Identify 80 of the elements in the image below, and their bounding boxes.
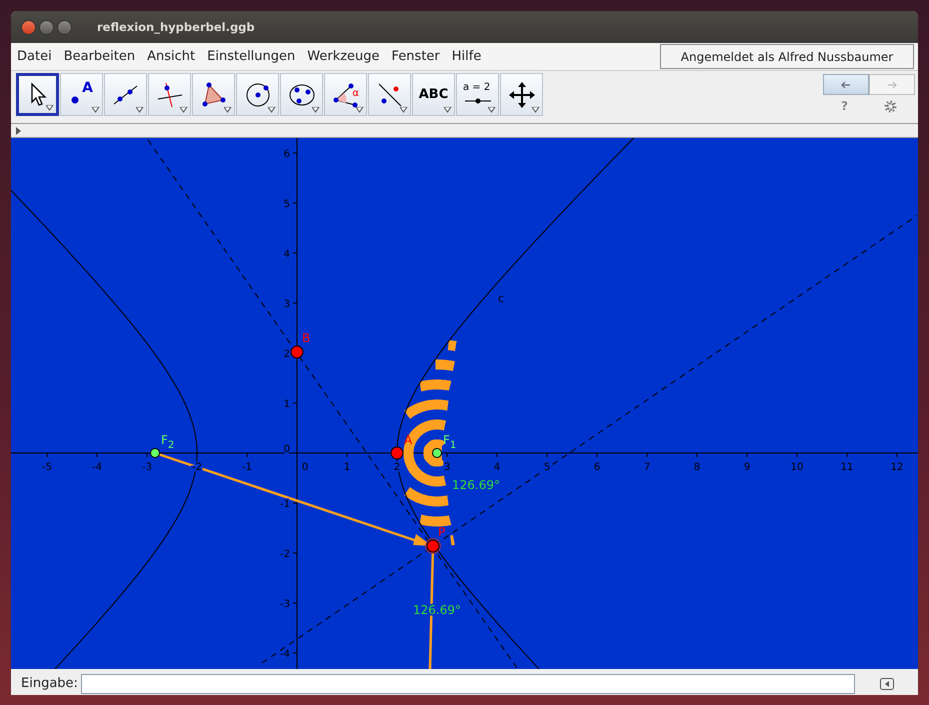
point-label: B bbox=[302, 331, 310, 345]
tick-label: 1 bbox=[284, 399, 290, 410]
tool-button[interactable]: a = 2 bbox=[456, 73, 499, 116]
menu-item[interactable]: Datei bbox=[17, 49, 52, 64]
curve-label: c bbox=[498, 292, 504, 305]
tick-label: -4 bbox=[280, 649, 290, 660]
point-icon bbox=[71, 96, 79, 104]
input-label: Eingabe: bbox=[21, 676, 78, 691]
tool-button[interactable] bbox=[500, 73, 543, 116]
tick-label: 12 bbox=[890, 462, 904, 473]
tick-label: 4 bbox=[284, 249, 290, 260]
tool-button[interactable] bbox=[236, 73, 279, 116]
menu-item[interactable]: Fenster bbox=[392, 49, 440, 64]
tick-label: 1 bbox=[344, 462, 350, 473]
dropdown-triangle-icon bbox=[532, 107, 540, 113]
tick-label: 7 bbox=[644, 462, 650, 473]
tick-label: 0 bbox=[284, 444, 290, 455]
tick-label: 3 bbox=[284, 299, 290, 310]
tick-label: 2 bbox=[284, 349, 290, 360]
point-label: F$_{2}$ bbox=[161, 433, 174, 451]
dropdown-triangle-icon bbox=[136, 107, 144, 113]
dropdown-triangle-icon bbox=[92, 107, 100, 113]
tool-button[interactable]: α bbox=[324, 73, 367, 116]
tick-label: 6 bbox=[594, 462, 600, 473]
redo-icon bbox=[885, 78, 899, 90]
dropdown-triangle-icon bbox=[400, 107, 408, 113]
menu-item[interactable]: Einstellungen bbox=[207, 49, 296, 64]
tick-label: -4 bbox=[92, 462, 102, 473]
dropdown-triangle-icon bbox=[224, 107, 232, 113]
maximize-icon[interactable] bbox=[57, 20, 72, 34]
tick-label: 0 bbox=[302, 462, 308, 473]
dropdown-triangle-icon bbox=[312, 107, 320, 113]
dropdown-triangle-icon bbox=[268, 107, 276, 113]
undo-icon bbox=[839, 78, 853, 90]
dropdown-triangle-icon bbox=[488, 107, 496, 113]
point-label: F$_{1}$ bbox=[443, 433, 456, 451]
tick-label: -3 bbox=[142, 462, 152, 473]
tool-button[interactable] bbox=[368, 73, 411, 116]
point-label: P bbox=[438, 525, 446, 539]
tick-label: -1 bbox=[242, 462, 252, 473]
keyboard-toggle-icon[interactable] bbox=[880, 678, 894, 690]
tick-label: 9 bbox=[744, 462, 750, 473]
tick-label: 6 bbox=[284, 149, 290, 160]
tick-label: -2 bbox=[280, 549, 290, 560]
tick-label: -2 bbox=[192, 462, 202, 473]
tool-button[interactable]: ABC bbox=[412, 73, 455, 116]
expand-icon[interactable] bbox=[16, 126, 21, 134]
tick-label: 11 bbox=[840, 462, 854, 473]
settings-icon[interactable] bbox=[884, 100, 897, 112]
tick-label: 10 bbox=[790, 462, 804, 473]
point[interactable] bbox=[150, 448, 160, 458]
menu-item[interactable]: Ansicht bbox=[147, 49, 196, 64]
tick-label: 8 bbox=[694, 462, 700, 473]
move-view-icon bbox=[506, 80, 536, 110]
close-icon[interactable] bbox=[21, 20, 36, 34]
tick-label: -5 bbox=[42, 462, 52, 473]
menu-item[interactable]: Hilfe bbox=[452, 49, 482, 64]
tick-label: 5 bbox=[284, 199, 290, 210]
dropdown-triangle-icon bbox=[356, 107, 364, 113]
minimize-icon[interactable] bbox=[39, 20, 54, 34]
tool-button[interactable] bbox=[280, 73, 323, 116]
menu-item[interactable]: Bearbeiten bbox=[64, 49, 136, 64]
dropdown-triangle-icon bbox=[444, 107, 452, 113]
menu-item[interactable]: Werkzeuge bbox=[307, 49, 380, 64]
window-title: reflexion_hypberbel.ggb bbox=[97, 20, 255, 34]
slider-icon bbox=[465, 98, 491, 104]
dropdown-triangle-icon bbox=[180, 107, 188, 113]
tool-button[interactable] bbox=[192, 73, 235, 116]
angle-label: 126.69° bbox=[452, 478, 500, 492]
tool-button[interactable] bbox=[148, 73, 191, 116]
tool-button[interactable] bbox=[16, 73, 59, 116]
tick-label: -3 bbox=[280, 599, 290, 610]
login-button[interactable]: Angemeldet als Alfred Nussbaumer bbox=[660, 44, 914, 69]
dropdown-triangle-icon bbox=[46, 105, 54, 111]
tick-label: -1 bbox=[280, 499, 290, 510]
tick-label: 3 bbox=[444, 462, 450, 473]
tool-button[interactable] bbox=[104, 73, 147, 116]
input-field[interactable] bbox=[80, 674, 855, 694]
tool-button[interactable]: A bbox=[60, 73, 103, 116]
tick-label: 4 bbox=[494, 462, 500, 473]
